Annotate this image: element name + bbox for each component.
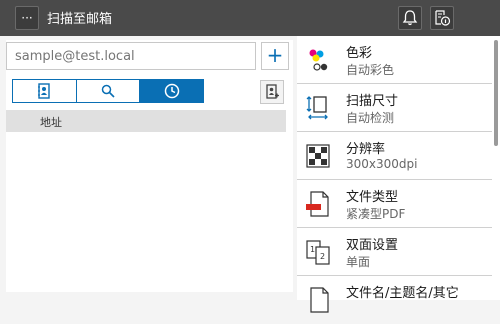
job-info-icon [435, 10, 451, 26]
setting-label: 双面设置 [346, 238, 399, 253]
tab-search[interactable] [76, 80, 141, 102]
address-book-button[interactable] [260, 80, 284, 104]
bell-icon [402, 10, 418, 26]
scan-size-icon [306, 96, 328, 120]
address-book-icon [38, 83, 51, 99]
clock-icon [164, 83, 179, 99]
address-input[interactable] [6, 42, 256, 70]
address-panel: + [6, 40, 293, 292]
settings-scrollbar[interactable] [494, 40, 498, 146]
setting-duplex[interactable]: 1 2 双面设置 单面 [297, 228, 492, 276]
setting-file-name[interactable]: 文件名/主题名/其它 [297, 276, 492, 324]
setting-color[interactable]: 色彩 自动彩色 [297, 36, 492, 84]
setting-value: 单面 [346, 255, 371, 269]
setting-value: 紧凑型PDF [346, 207, 406, 221]
setting-label: 文件类型 [346, 190, 399, 205]
job-status-button[interactable] [430, 6, 454, 30]
color-icon [309, 49, 328, 71]
setting-label: 色彩 [346, 46, 373, 61]
setting-label: 文件名/主题名/其它 [346, 286, 459, 301]
top-bar: ··· 扫描至邮箱 [0, 0, 500, 36]
setting-label: 分辨率 [346, 142, 386, 157]
file-icon [310, 287, 329, 313]
search-icon [101, 84, 115, 98]
setting-value: 自动检测 [346, 111, 395, 125]
address-column-label: 地址 [40, 116, 62, 129]
setting-scan-size[interactable]: 扫描尺寸 自动检测 [297, 84, 492, 132]
address-tabs [12, 79, 204, 103]
svg-text:2: 2 [320, 252, 325, 261]
notification-button[interactable] [398, 6, 422, 30]
svg-text:1: 1 [310, 245, 315, 254]
settings-panel: 色彩 自动彩色 扫描尺寸 自动检测 分辨率 300x300dpi 文件类型 紧凑… [297, 36, 500, 313]
tab-address-book[interactable] [13, 80, 77, 102]
menu-button[interactable]: ··· [15, 6, 39, 30]
address-column-header: 地址 [6, 110, 286, 132]
setting-value: 300x300dpi [346, 157, 418, 171]
add-address-button[interactable]: + [261, 42, 289, 70]
setting-file-type[interactable]: 文件类型 紧凑型PDF [297, 180, 492, 228]
resolution-icon [306, 144, 330, 168]
tab-history[interactable] [140, 80, 204, 102]
setting-label: 扫描尺寸 [346, 94, 399, 109]
page-title: 扫描至邮箱 [47, 12, 113, 27]
address-book-add-icon [266, 84, 279, 99]
setting-resolution[interactable]: 分辨率 300x300dpi [297, 132, 492, 180]
duplex-icon: 1 2 [306, 240, 330, 265]
compact-pdf-icon [306, 191, 329, 217]
setting-value: 自动彩色 [346, 63, 395, 77]
